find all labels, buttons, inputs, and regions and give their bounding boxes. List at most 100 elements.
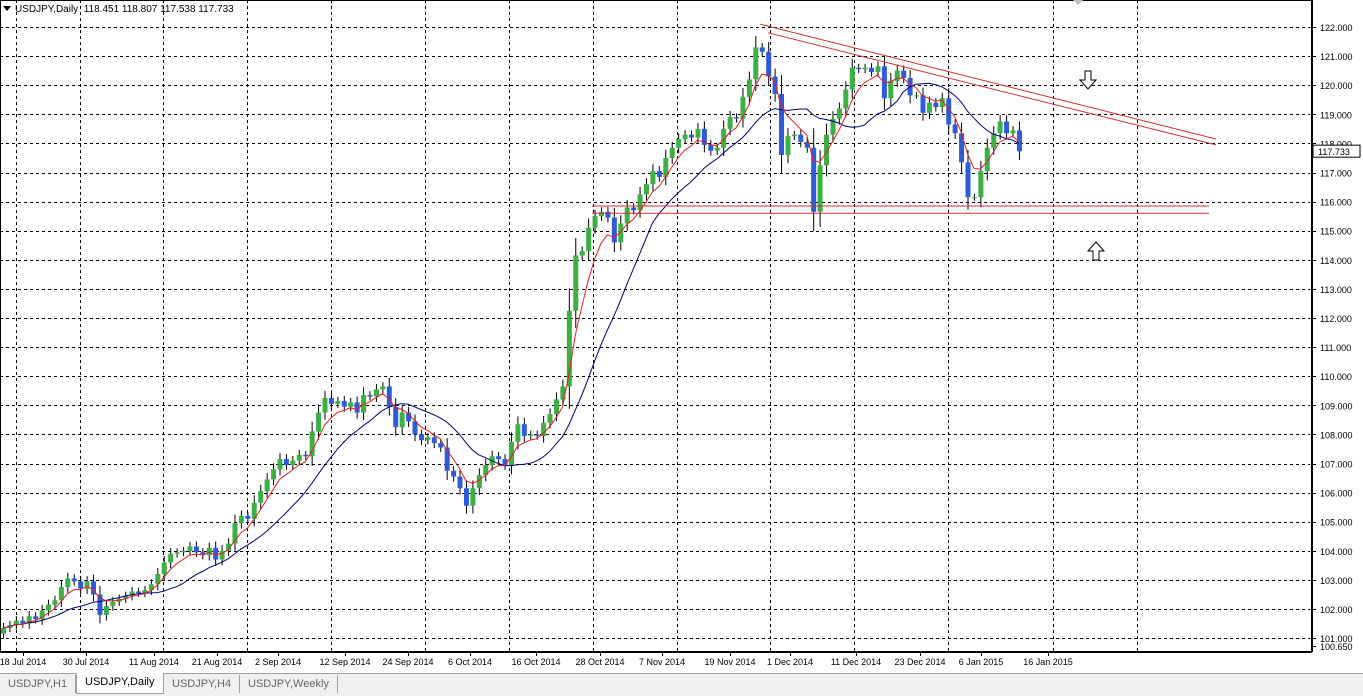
- candle-body[interactable]: [644, 184, 649, 195]
- candle-body[interactable]: [65, 578, 71, 588]
- candle-body[interactable]: [431, 437, 437, 444]
- candle-body[interactable]: [875, 66, 881, 73]
- candle-body[interactable]: [71, 578, 77, 582]
- candle-body[interactable]: [476, 475, 482, 489]
- candle-body[interactable]: [373, 389, 379, 397]
- chart-shift-marker-icon[interactable]: [1073, 0, 1083, 5]
- down-arrow-icon[interactable]: [1078, 70, 1098, 90]
- candle-body[interactable]: [952, 124, 958, 134]
- candle-body[interactable]: [528, 434, 534, 436]
- candle-body[interactable]: [888, 80, 894, 99]
- tab-usdjpy-daily[interactable]: USDJPY,Daily: [76, 673, 164, 694]
- candle-body[interactable]: [798, 134, 804, 142]
- candle-body[interactable]: [631, 207, 637, 211]
- candle-body[interactable]: [322, 398, 328, 413]
- candle-body[interactable]: [386, 386, 392, 407]
- candle-body[interactable]: [418, 434, 424, 441]
- candle-body[interactable]: [856, 67, 862, 70]
- tab-usdjpy-h1[interactable]: USDJPY,H1: [0, 675, 77, 693]
- candle-body[interactable]: [676, 139, 682, 148]
- candle-body[interactable]: [734, 117, 740, 119]
- candle-body[interactable]: [521, 424, 527, 436]
- candle-body[interactable]: [110, 601, 116, 607]
- candle-body[interactable]: [245, 515, 251, 519]
- candle-body[interactable]: [669, 147, 675, 158]
- candle-body[interactable]: [727, 117, 733, 129]
- candle-body[interactable]: [380, 386, 386, 390]
- candle-body[interactable]: [1010, 130, 1016, 134]
- candle-body[interactable]: [611, 217, 617, 243]
- candle-body[interactable]: [1004, 121, 1010, 134]
- candle-body[interactable]: [457, 476, 463, 489]
- candle-body[interactable]: [187, 546, 193, 551]
- candle-body[interactable]: [463, 488, 469, 506]
- candle-body[interactable]: [425, 437, 431, 441]
- candle-body[interactable]: [52, 600, 58, 605]
- candle-body[interactable]: [303, 454, 309, 457]
- candle-body[interactable]: [759, 47, 765, 52]
- candle-body[interactable]: [766, 51, 772, 77]
- candle-body[interactable]: [978, 171, 984, 198]
- candle-body[interactable]: [849, 67, 855, 90]
- tab-usdjpy-h4[interactable]: USDJPY,H4: [164, 675, 241, 693]
- candle-body[interactable]: [926, 102, 932, 113]
- chart-canvas[interactable]: 122.000121.000120.000119.000118.000117.0…: [0, 0, 1363, 673]
- candle-body[interactable]: [965, 162, 971, 198]
- candle-body[interactable]: [959, 133, 965, 163]
- candle-body[interactable]: [438, 443, 444, 448]
- candle-body[interactable]: [836, 108, 842, 119]
- candle-body[interactable]: [586, 227, 592, 252]
- candle-body[interactable]: [920, 95, 926, 113]
- candle-body[interactable]: [714, 147, 720, 151]
- candle-body[interactable]: [997, 121, 1003, 134]
- candle-body[interactable]: [264, 479, 270, 492]
- candle-body[interactable]: [553, 399, 559, 415]
- candle-body[interactable]: [335, 400, 341, 404]
- candle-body[interactable]: [451, 470, 457, 477]
- candle-body[interactable]: [785, 136, 791, 156]
- candle-body[interactable]: [598, 211, 604, 217]
- candle-body[interactable]: [470, 488, 476, 506]
- candle-body[interactable]: [1, 627, 6, 634]
- candle-body[interactable]: [515, 424, 521, 442]
- candle-body[interactable]: [689, 134, 695, 138]
- candle-body[interactable]: [290, 460, 296, 465]
- candle-body[interactable]: [148, 584, 154, 591]
- candle-body[interactable]: [817, 165, 823, 212]
- candle-body[interactable]: [650, 171, 656, 185]
- candle-body[interactable]: [161, 562, 167, 575]
- resistance-trendline-upper[interactable]: [759, 23, 1217, 140]
- candle-body[interactable]: [206, 547, 212, 556]
- candle-body[interactable]: [136, 591, 142, 593]
- candle-body[interactable]: [271, 469, 277, 480]
- candle-body[interactable]: [579, 251, 585, 256]
- candle-body[interactable]: [682, 134, 688, 140]
- candle-body[interactable]: [534, 434, 540, 436]
- candle-body[interactable]: [341, 400, 347, 407]
- candle-body[interactable]: [971, 197, 977, 199]
- candle-body[interactable]: [168, 553, 174, 563]
- candle-body[interactable]: [721, 128, 727, 148]
- candle-body[interactable]: [258, 491, 264, 503]
- candle-body[interactable]: [399, 412, 405, 428]
- candle-body[interactable]: [348, 402, 354, 407]
- candle-body[interactable]: [901, 70, 907, 78]
- candle-body[interactable]: [181, 550, 187, 553]
- candle-body[interactable]: [33, 616, 39, 620]
- candle-body[interactable]: [46, 604, 52, 611]
- dropdown-triangle-icon[interactable]: [3, 6, 11, 11]
- candle-body[interactable]: [605, 211, 611, 218]
- candle-body[interactable]: [933, 102, 939, 108]
- candle-body[interactable]: [592, 216, 598, 228]
- candle-body[interactable]: [103, 606, 109, 615]
- candle-body[interactable]: [547, 414, 553, 423]
- candle-body[interactable]: [624, 207, 630, 224]
- candle-body[interactable]: [753, 47, 759, 80]
- candle-body[interactable]: [656, 171, 662, 177]
- up-arrow-icon[interactable]: [1086, 241, 1106, 261]
- candle-body[interactable]: [708, 144, 714, 151]
- candle-body[interactable]: [991, 133, 997, 148]
- candle-body[interactable]: [316, 412, 322, 432]
- candle-body[interactable]: [862, 67, 868, 70]
- candle-body[interactable]: [174, 552, 180, 554]
